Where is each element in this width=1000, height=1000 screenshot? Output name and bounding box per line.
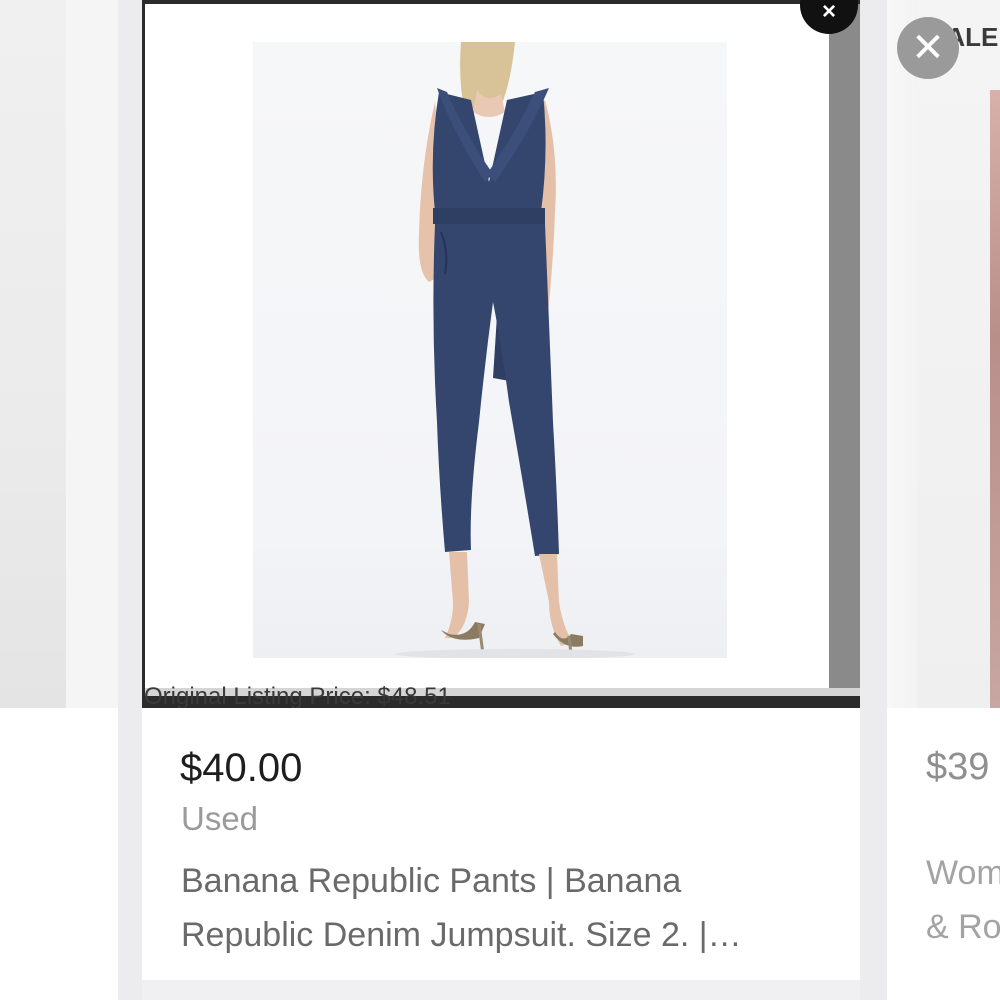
previous-listing-info <box>0 708 118 1000</box>
next-listing-card[interactable]: SALE ✕ $39 Wom & Ro <box>887 0 1000 1000</box>
next-listing-image[interactable] <box>887 0 1000 708</box>
listing-info[interactable]: $40.00 Used Banana Republic Pants | Bana… <box>142 708 860 980</box>
next-listing-figure <box>990 90 1000 708</box>
listing-title-line-1: Banana Republic Pants | Banana <box>181 862 682 900</box>
listing-price: $40.00 <box>180 746 303 790</box>
next-listing-title-line-1[interactable]: Wom <box>926 854 1000 893</box>
dismiss-icon[interactable]: ✕ <box>897 17 959 79</box>
next-listing-title-line-2[interactable]: & Ro <box>926 908 1000 947</box>
listing-title[interactable]: Banana Republic Pants | Banana Republic … <box>181 854 821 962</box>
listing-condition: Used <box>181 800 259 837</box>
listing-card[interactable]: Original Listing Price: $48.51 $40.00 Us… <box>142 0 860 980</box>
original-listing-price: Original Listing Price: $48.51 <box>144 683 451 708</box>
next-listing-price: $39 <box>926 746 990 788</box>
jumpsuit-photo <box>395 42 635 658</box>
listing-image-canvas <box>145 4 829 688</box>
listing-carousel: Original Listing Price: $48.51 $40.00 Us… <box>0 0 1000 1000</box>
previous-listing-image[interactable] <box>0 0 66 708</box>
image-scroll-edge <box>829 4 860 694</box>
listing-title-line-2: Republic Denim Jumpsuit. Size 2. |… <box>181 916 742 954</box>
next-listing-image-background <box>887 0 917 708</box>
listing-photo[interactable] <box>253 42 727 658</box>
card-bottom-edge <box>142 980 860 1000</box>
previous-listing-card[interactable] <box>0 0 118 1000</box>
listing-image-frame[interactable]: Original Listing Price: $48.51 <box>142 0 860 708</box>
